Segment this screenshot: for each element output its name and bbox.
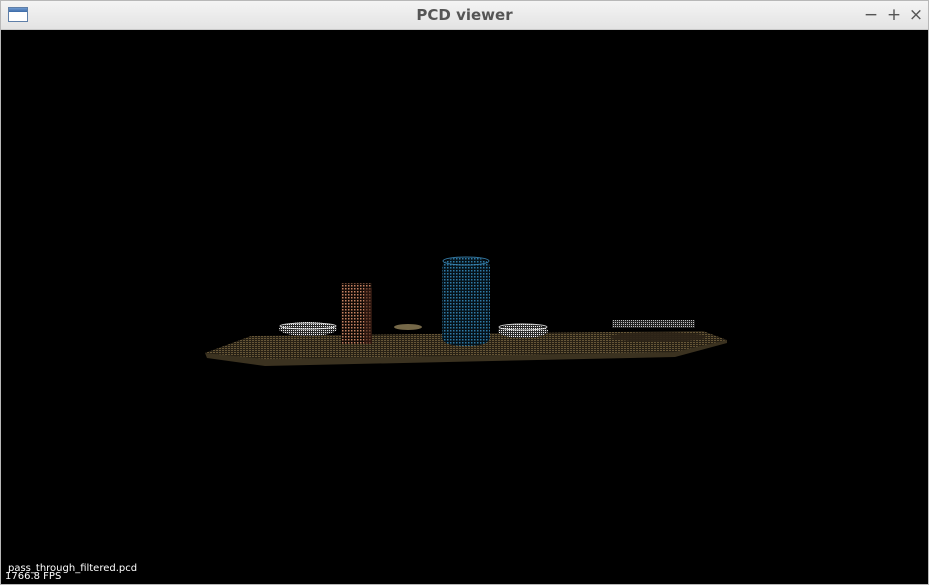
cylinder-can-points [442, 257, 490, 346]
point-cloud-viewport[interactable]: pass_through_filtered.pcd 1766.8 FPS [3, 30, 926, 583]
pcd-viewer-window: PCD viewer − + × pass_through_filtered.p… [0, 0, 929, 585]
plate-right-shadow [610, 332, 706, 342]
minimize-button[interactable]: − [861, 3, 881, 27]
close-button[interactable]: × [906, 3, 926, 27]
point-cloud-scene [205, 256, 727, 366]
window-title: PCD viewer [416, 6, 513, 24]
small-object-points [394, 324, 422, 330]
box-shadow-side [364, 288, 372, 344]
fps-counter: 1766.8 FPS [5, 571, 62, 582]
title-bar[interactable]: PCD viewer − + × [1, 1, 928, 30]
plate-right-points [612, 320, 695, 328]
maximize-button[interactable]: + [884, 3, 904, 27]
bowl-center-points [498, 324, 548, 338]
